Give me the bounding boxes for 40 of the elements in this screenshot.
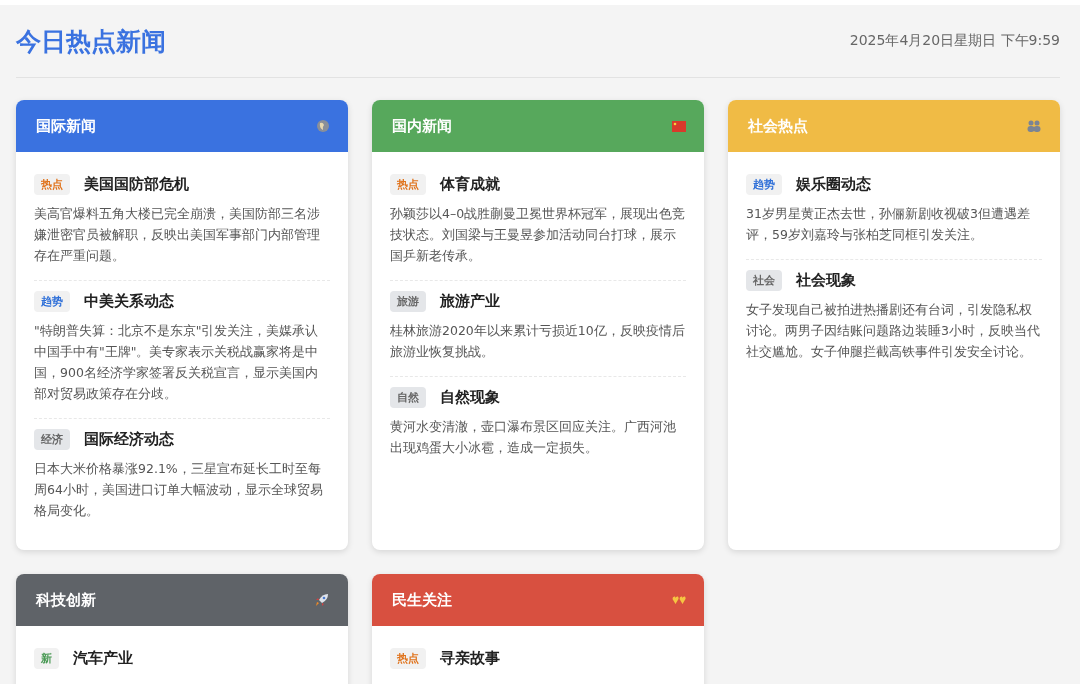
category-tag: 热点 — [390, 648, 426, 669]
news-summary: 美高官爆料五角大楼已完全崩溃，美国防部三名涉嫌泄密官员被解职，反映出美国军事部门内部管理存在严重问题。 — [34, 205, 321, 265]
news-title[interactable]: 旅游产业 — [440, 292, 500, 311]
news-summary: 女子发现自己被拍进热播剧还有台词，引发隐私权讨论。两男子因结账问题路边装睡3小时，反映当代社交尴尬。女子伸腿拦截高铁事件引发安全讨论。 — [746, 301, 1041, 361]
news-summary: 桂林旅游2020年以来累计亏损近10亿，反映疫情后旅游业恢复挑战。 — [390, 322, 686, 361]
globe-icon — [316, 119, 330, 133]
news-title[interactable]: 体育成就 — [440, 175, 500, 194]
news-title[interactable]: 汽车产业 — [73, 649, 133, 668]
card-title: 国际新闻 — [36, 116, 96, 136]
news-title[interactable]: 中美关系动态 — [84, 292, 174, 311]
people-icon — [1026, 120, 1042, 132]
card-title: 社会热点 — [748, 116, 808, 136]
card-title: 民生关注 — [392, 590, 452, 610]
news-summary: 孙颖莎以4–0战胜蒯曼卫冕世界杯冠军，展现出色竞技状态。刘国梁与王曼昱参加活动同台打球，展示国乒新老传承。 — [390, 205, 686, 265]
rocket-icon — [314, 592, 330, 608]
category-tag: 旅游 — [390, 291, 426, 312]
card-title: 科技创新 — [36, 590, 96, 610]
category-tag: 热点 — [34, 174, 70, 195]
news-title[interactable]: 美国国防部危机 — [84, 175, 189, 194]
news-title[interactable]: 自然现象 — [440, 388, 500, 407]
category-tag: 趋势 — [746, 174, 782, 195]
category-tag: 经济 — [34, 429, 70, 450]
flag-icon — [672, 120, 686, 132]
news-title[interactable]: 寻亲故事 — [440, 649, 500, 668]
news-summary: "特朗普失算：北京不是东京"引发关注，美媒承认中国手中有"王牌"。美专家表示关税战赢家将是中国，900名经济学家签署反关税宣言，显示美国内部对贸易政策存在分歧。 — [34, 322, 320, 403]
card-title: 国内新闻 — [392, 116, 452, 136]
page-title: 今日热点新闻 — [16, 25, 166, 58]
news-title[interactable]: 社会现象 — [796, 271, 856, 290]
category-tag: 自然 — [390, 387, 426, 408]
date-time: 2025年4月20日星期日 下午9:59 — [849, 32, 1060, 50]
news-summary: 黄河水变清澈，壶口瀑布景区回应关注。广西河池出现鸡蛋大小冰雹，造成一定损失。 — [390, 418, 677, 457]
hearts-icon — [672, 595, 686, 605]
category-tag: 新 — [34, 648, 59, 669]
news-title[interactable]: 娱乐圈动态 — [796, 175, 871, 194]
news-summary: 日本大米价格暴涨92.1%，三星宣布延长工时至每周64小时，美国进口订单大幅波动，显示全球贸易格局变化。 — [34, 460, 324, 520]
category-tag: 热点 — [390, 174, 426, 195]
category-tag: 趋势 — [34, 291, 70, 312]
news-summary: 31岁男星黄正杰去世，孙俪新剧收视破3但遭遇差评，59岁刘嘉玲与张柏芝同框引发关注。 — [746, 205, 1031, 244]
category-tag: 社会 — [746, 270, 782, 291]
news-title[interactable]: 国际经济动态 — [84, 430, 174, 449]
